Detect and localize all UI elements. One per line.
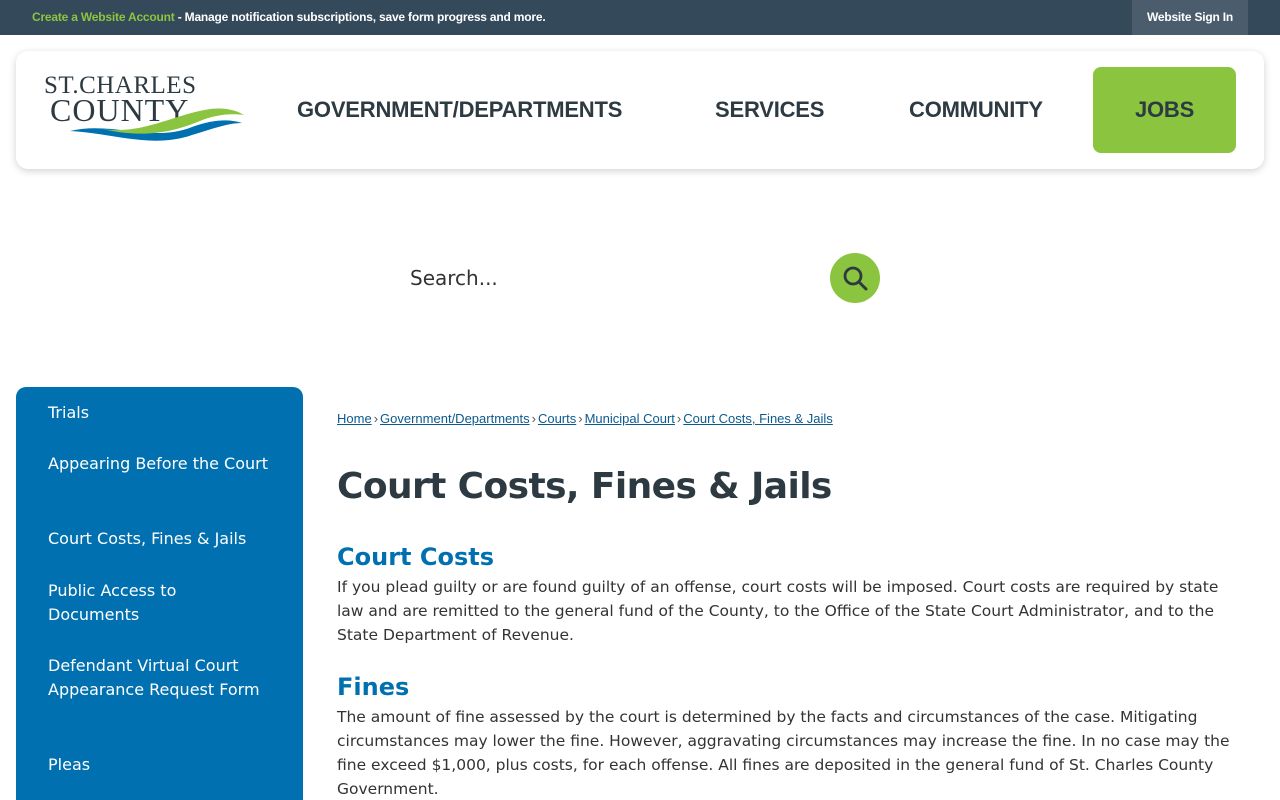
top-bar: Create a Website Account - Manage notifi… [0,0,1280,35]
sidebar-item-pleas[interactable]: Pleas [48,753,268,777]
search-button[interactable] [830,253,880,303]
sidebar-nav: Trials Appearing Before the Court Court … [16,387,303,800]
breadcrumb-separator: › [578,411,583,426]
breadcrumb-separator: › [373,411,379,426]
website-sign-in-button[interactable]: Website Sign In [1132,0,1248,35]
nav-government-departments[interactable]: GOVERNMENT/DEPARTMENTS [297,67,622,153]
breadcrumb-home[interactable]: Home [337,411,372,426]
section-heading-fines: Fines [337,673,410,701]
create-account-link[interactable]: Create a Website Account [32,10,175,24]
breadcrumb-municipal-court[interactable]: Municipal Court [585,411,675,426]
sidebar-item-court-costs-fines-jails[interactable]: Court Costs, Fines & Jails [48,527,278,551]
breadcrumb-separator: › [531,411,536,426]
sidebar-item-appearing-before-court[interactable]: Appearing Before the Court [48,452,268,476]
nav-services[interactable]: SERVICES [715,67,824,153]
search-input[interactable] [400,258,820,298]
breadcrumb-courts[interactable]: Courts [538,411,576,426]
section-body-court-costs: If you plead guilty or are found guilty … [337,578,1219,644]
breadcrumb-separator: › [676,411,682,426]
section-heading-court-costs: Court Costs [337,543,494,571]
page-title: Court Costs, Fines & Jails [337,466,832,507]
breadcrumb-government-departments[interactable]: Government/Departments [380,411,530,426]
county-logo-graphic: ST.CHARLES COUNTY [44,72,244,141]
search-bar [400,252,880,304]
breadcrumb: Home › Government/Departments › Courts › Munic… [337,411,833,426]
sidebar-item-public-access-documents[interactable]: Public Access to Documents [48,579,268,627]
topbar-message-text: - Manage notification subscriptions, sav… [174,10,546,24]
search-icon [843,266,868,291]
nav-jobs-button[interactable]: JOBS [1093,67,1236,153]
site-header: ST.CHARLES COUNTY GOVERNMENT/DEPARTMENTS… [16,51,1264,169]
sidebar-item-trials[interactable]: Trials [48,401,268,425]
section-body-fines: The amount of fine assessed by the court… [337,708,1230,798]
nav-community[interactable]: COMMUNITY [909,67,1043,153]
county-logo[interactable]: ST.CHARLES COUNTY [42,71,247,149]
sidebar-item-virtual-court-appearance-form[interactable]: Defendant Virtual Court Appearance Reque… [48,654,268,702]
topbar-message: Create a Website Account - Manage notifi… [32,10,546,24]
breadcrumb-court-costs[interactable]: Court Costs, Fines & Jails [683,411,833,426]
